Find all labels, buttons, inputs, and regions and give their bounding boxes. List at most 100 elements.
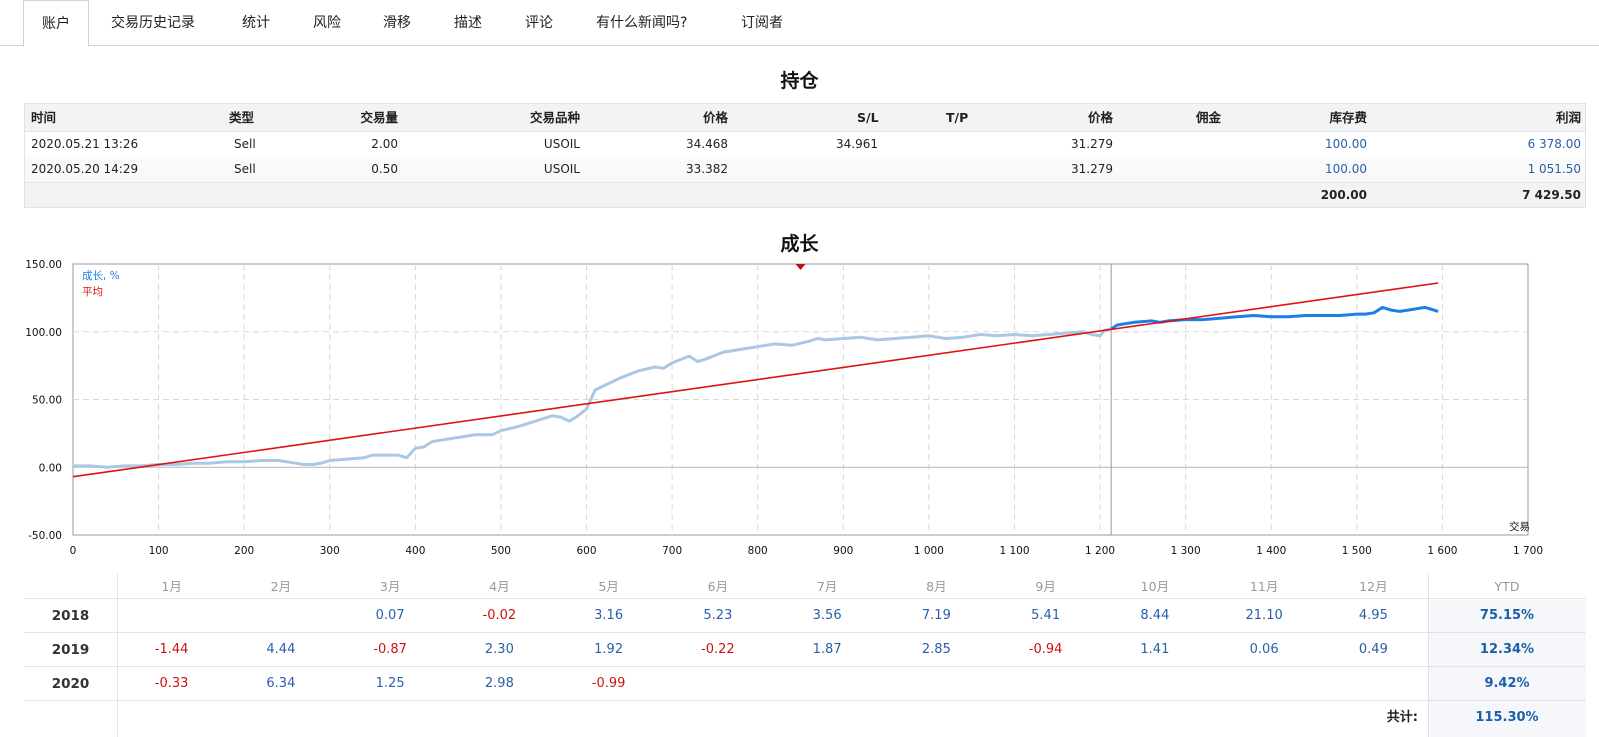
monthly-value: -0.94 — [1028, 642, 1063, 657]
monthly-returns-table: 1月 2月 3月 4月 5月 6月 7月 8月 9月 10月 11月 12月 YTD 2018 0.07 -0… — [24, 574, 1586, 735]
monthly-value: 0.06 — [1249, 642, 1279, 657]
tab-risk[interactable]: 风险 — [313, 0, 341, 46]
monthly-row: 2018 0.07 -0.02 3.16 5.23 3.56 7.19 5.41 8.44 21.… — [24, 599, 1586, 633]
ytd-column-divider — [1428, 574, 1429, 737]
monthly-value: 5.41 — [1031, 608, 1061, 623]
growth-title: 成长 — [780, 233, 819, 255]
position-type: Sell — [234, 162, 256, 176]
monthly-value: 0.07 — [375, 608, 405, 623]
month-header: 6月 — [707, 579, 729, 594]
position-time: 2020.05.20 14:29 — [31, 162, 139, 176]
year-label: 2018 — [51, 608, 90, 624]
monthly-value: 3.56 — [812, 608, 842, 623]
col-header-swap[interactable]: 库存费 — [1329, 104, 1367, 132]
x-tick-label: 500 — [491, 545, 511, 557]
col-header-tp[interactable]: T/P — [946, 104, 968, 132]
total-label: 共计: — [1386, 710, 1418, 725]
tab-statistics[interactable]: 统计 — [242, 0, 270, 46]
col-header-commission[interactable]: 佣金 — [1196, 104, 1221, 132]
ytd-header: YTD — [1494, 579, 1520, 594]
tab-bar: 账户 交易历史记录 统计 风险 滑移 描述 评论 有什么新闻吗? 订阅者 — [0, 0, 1599, 47]
monthly-value: 1.25 — [375, 676, 405, 691]
monthly-value: 7.19 — [921, 608, 951, 623]
col-header-time[interactable]: 时间 — [31, 104, 56, 132]
month-header: 1月 — [161, 579, 182, 594]
x-tick-label: 1 600 — [1427, 545, 1457, 557]
position-price: 33.382 — [686, 162, 728, 176]
position-price: 34.468 — [686, 137, 728, 151]
month-header: 9月 — [1035, 579, 1056, 594]
col-header-volume[interactable]: 交易量 — [360, 104, 398, 132]
monthly-value: 3.16 — [594, 608, 624, 623]
monthly-value: 2.98 — [484, 676, 514, 691]
x-tick-label: 1 700 — [1513, 545, 1543, 557]
x-tick-label: 1 000 — [914, 545, 944, 557]
month-header: 10月 — [1140, 579, 1170, 594]
col-header-profit[interactable]: 利润 — [1556, 104, 1581, 132]
monthly-value: -0.99 — [591, 676, 626, 691]
month-header: 8月 — [926, 579, 947, 594]
plot-area — [72, 263, 1529, 536]
tab-slippage[interactable]: 滑移 — [383, 0, 411, 46]
x-tick-label: 800 — [748, 545, 768, 557]
ytd-value: 75.15% — [1479, 608, 1535, 623]
x-axis-caption: 交易 — [1509, 520, 1530, 533]
legend-average: 平均 — [82, 286, 103, 298]
month-header: 11月 — [1249, 579, 1279, 594]
position-swap: 100.00 — [1325, 137, 1367, 151]
ytd-value: 12.34% — [1479, 642, 1535, 657]
x-tick-label: 300 — [320, 545, 340, 557]
position-volume: 2.00 — [371, 137, 398, 151]
positions-total-row: 200.00 7 429.50 — [25, 182, 1585, 207]
col-header-symbol[interactable]: 交易品种 — [530, 104, 580, 132]
monthly-value: -0.22 — [701, 642, 735, 657]
monthly-value: 1.41 — [1140, 642, 1170, 657]
x-tick-label: 1 200 — [1085, 545, 1115, 557]
position-row: 2020.05.21 13:26 Sell 2.00 USOIL 34.468 … — [25, 132, 1585, 157]
x-tick-label: 1 500 — [1342, 545, 1372, 557]
month-header: 12月 — [1359, 579, 1388, 594]
x-tick-label: 1 400 — [1256, 545, 1286, 557]
x-tick-label: 400 — [405, 545, 425, 557]
x-tick-label: 700 — [662, 545, 682, 557]
tab-description[interactable]: 描述 — [454, 0, 482, 46]
monthly-total-row: 共计: 115.30% — [24, 701, 1586, 735]
legend-growth: 成长, % — [82, 270, 120, 282]
growth-chart: 0 100 200 300 400 500 600 700 800 900 1 000 1 100 1 … — [25, 259, 1543, 557]
x-tick-label: 100 — [149, 545, 169, 557]
monthly-value: -0.87 — [373, 642, 407, 657]
col-header-current-price[interactable]: 价格 — [1088, 104, 1113, 132]
total-swap: 200.00 — [1320, 188, 1367, 202]
position-swap: 100.00 — [1325, 162, 1367, 176]
tab-trade-history[interactable]: 交易历史记录 — [111, 0, 195, 46]
monthly-value: 2.85 — [921, 642, 951, 657]
tab-subscribers[interactable]: 订阅者 — [741, 0, 783, 46]
col-header-sl[interactable]: S/L — [857, 104, 879, 132]
y-tick-label: 0.00 — [39, 462, 62, 474]
total-ytd-value: 115.30% — [1475, 710, 1539, 725]
ytd-value: 9.42% — [1484, 676, 1530, 691]
month-header: 5月 — [598, 579, 619, 594]
position-type: Sell — [234, 137, 256, 151]
chart-grid — [72, 263, 1529, 536]
positions-header-row: 时间 类型 交易量 交易品种 价格 S/L T/P 价格 佣金 库存费 利润 — [25, 104, 1585, 132]
year-label: 2019 — [51, 642, 90, 658]
tab-news[interactable]: 有什么新闻吗? — [596, 0, 687, 46]
position-volume: 0.50 — [371, 162, 398, 176]
position-row: 2020.05.20 14:29 Sell 0.50 USOIL 33.382 … — [25, 157, 1585, 182]
position-symbol: USOIL — [543, 137, 580, 151]
col-header-price[interactable]: 价格 — [703, 104, 728, 132]
tab-account[interactable]: 账户 — [23, 0, 89, 47]
col-header-type[interactable]: 类型 — [229, 104, 254, 132]
month-header: 4月 — [489, 579, 510, 594]
position-current-price: 31.279 — [1071, 137, 1113, 151]
position-time: 2020.05.21 13:26 — [31, 137, 139, 151]
tab-reviews[interactable]: 评论 — [525, 0, 553, 46]
x-tick-label: 1 300 — [1171, 545, 1201, 557]
y-tick-label: 100.00 — [25, 327, 62, 339]
monthly-row: 2019 -1.44 4.44 -0.87 2.30 1.92 -0.22 1.87 2.85 -… — [24, 633, 1586, 667]
monthly-value: 5.23 — [703, 608, 733, 623]
positions-title: 持仓 — [780, 70, 819, 92]
monthly-value: 21.10 — [1245, 608, 1283, 623]
monthly-value: -0.02 — [482, 608, 517, 623]
